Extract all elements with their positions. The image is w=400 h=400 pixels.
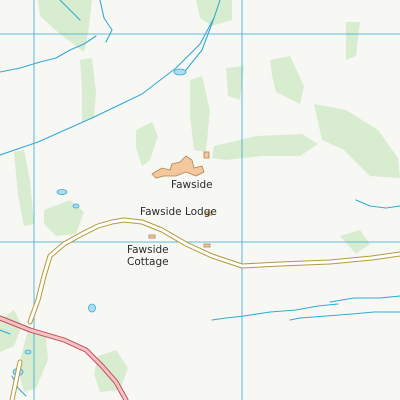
- place-label-fawside-lodge: Fawside Lodge: [140, 206, 217, 218]
- map-canvas: [0, 0, 400, 400]
- place-label-fawside-cottage-line1: Fawside: [127, 244, 169, 256]
- place-label-fawside-cottage-line2: Cottage: [127, 256, 169, 268]
- map-view[interactable]: Fawside Fawside Lodge Fawside Cottage: [0, 0, 400, 400]
- place-label-fawside: Fawside: [171, 179, 213, 191]
- woodland: [0, 0, 400, 392]
- buildings: [148, 151, 213, 248]
- place-label-fawside-cottage: Fawside Cottage: [127, 244, 169, 268]
